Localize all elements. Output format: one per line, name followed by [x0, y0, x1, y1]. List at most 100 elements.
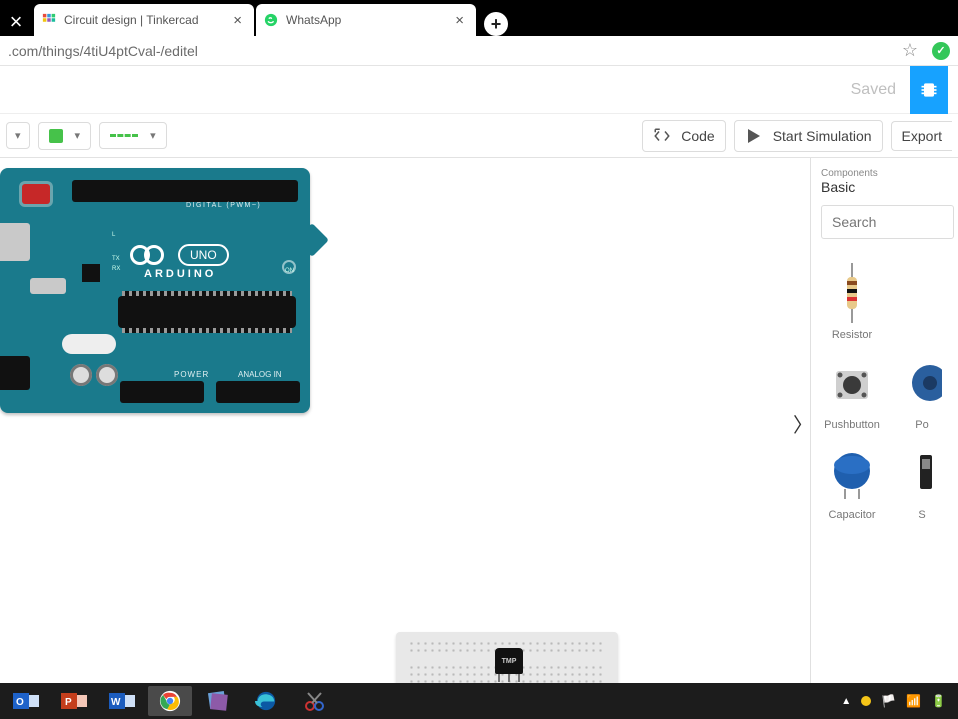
tab-close-button[interactable]: ×: [451, 12, 468, 29]
component-label: Capacitor: [828, 509, 875, 521]
sim-label: Start Simulation: [773, 128, 872, 144]
taskbar-outlook[interactable]: O: [4, 686, 48, 716]
usb-port-icon: [0, 223, 30, 261]
capacitor-icon: [70, 364, 92, 386]
on-label: ON: [285, 268, 294, 274]
mcu-chip-icon: [118, 296, 296, 328]
export-label: Export: [902, 128, 942, 144]
component-led[interactable]: [891, 257, 953, 341]
color-swatch-icon: [49, 129, 63, 143]
taskbar-powerpoint[interactable]: P: [52, 686, 96, 716]
tray-status-icon[interactable]: [861, 696, 871, 706]
rotate-dropdown[interactable]: ▾: [6, 122, 30, 149]
browser-tab-tinkercad[interactable]: Circuit design | Tinkercad ×: [34, 4, 254, 36]
slideswitch-icon: [894, 437, 950, 509]
component-pushbutton[interactable]: Pushbutton: [821, 347, 883, 431]
capacitor-icon: [96, 364, 118, 386]
wire-style-picker[interactable]: ▾: [99, 122, 167, 149]
smd-chip-icon: [82, 264, 100, 282]
components-panel: Components Basic Resistor: [810, 158, 958, 683]
crystal-icon: [30, 278, 66, 294]
tab-title: Circuit design | Tinkercad: [64, 13, 229, 27]
component-chip-button[interactable]: [910, 66, 948, 114]
system-tray[interactable]: ▲ 🏳️ 📶 🔋: [841, 694, 954, 708]
window-close-button[interactable]: ×: [2, 8, 30, 36]
brand-label: ARDUINO: [144, 268, 216, 280]
code-button[interactable]: Code: [642, 120, 725, 152]
tray-overflow-icon[interactable]: ▲: [841, 696, 851, 707]
component-grid: Resistor Pushbutton Po: [821, 239, 954, 521]
digital-pin-header[interactable]: [72, 180, 298, 202]
component-potentiometer[interactable]: Po: [891, 347, 953, 431]
tinkercad-favicon-icon: [42, 13, 56, 27]
panel-category[interactable]: Basic: [821, 179, 954, 195]
taskbar-edge[interactable]: [244, 686, 288, 716]
tray-network-icon[interactable]: 📶: [906, 694, 921, 708]
component-search-input[interactable]: [821, 205, 954, 239]
pushbutton-icon: [824, 347, 880, 419]
code-label: Code: [681, 128, 714, 144]
new-tab-button[interactable]: +: [484, 12, 508, 36]
tab-close-button[interactable]: ×: [229, 12, 246, 29]
color-picker[interactable]: ▾: [38, 122, 92, 150]
tinkercad-app: Saved ▾ ▾ ▾ Code Start Simulation: [0, 66, 958, 683]
regulator-icon: [62, 334, 116, 354]
bookmark-star-icon[interactable]: ☆: [902, 40, 918, 61]
potentiometer-icon: [894, 347, 950, 419]
analog-pin-header[interactable]: [216, 381, 300, 403]
app-header: Saved: [0, 66, 958, 114]
powerpoint-icon: P: [61, 690, 87, 712]
design-canvas[interactable]: DIGITAL (PWM~) POWER ANALOG IN UNO ARDUI…: [0, 158, 810, 683]
save-status: Saved: [851, 81, 896, 99]
start-simulation-button[interactable]: Start Simulation: [734, 120, 883, 152]
address-bar: .com/things/4tiU4ptCval-/editel ☆ ✓: [0, 36, 958, 66]
export-button[interactable]: Export: [891, 121, 952, 151]
taskbar-word[interactable]: W: [100, 686, 144, 716]
arduino-uno-board[interactable]: DIGITAL (PWM~) POWER ANALOG IN UNO ARDUI…: [0, 168, 310, 413]
tray-battery-icon[interactable]: 🔋: [931, 694, 946, 708]
tray-flag-icon[interactable]: 🏳️: [881, 694, 896, 708]
capacitor-icon: [824, 437, 880, 509]
component-label: Po: [915, 419, 928, 431]
tmp-sensor[interactable]: TMP: [495, 648, 523, 674]
workspace: DIGITAL (PWM~) POWER ANALOG IN UNO ARDUI…: [0, 158, 958, 683]
component-capacitor[interactable]: Capacitor: [821, 437, 883, 521]
component-resistor[interactable]: Resistor: [821, 257, 883, 341]
digital-label: DIGITAL (PWM~): [186, 202, 261, 209]
taskbar-notes[interactable]: [196, 686, 240, 716]
whatsapp-favicon-icon: [264, 13, 278, 27]
url-text[interactable]: .com/things/4tiU4ptCval-/editel: [8, 43, 902, 59]
tab-title: WhatsApp: [286, 13, 451, 27]
outlook-icon: O: [13, 690, 39, 712]
taskbar-chrome[interactable]: [148, 686, 192, 716]
tmp-label: TMP: [502, 658, 517, 665]
power-label: POWER: [174, 370, 209, 379]
model-label: UNO: [178, 244, 229, 266]
power-pin-header[interactable]: [120, 381, 204, 403]
svg-text:W: W: [111, 697, 121, 708]
site-status-ok-icon[interactable]: ✓: [932, 42, 950, 60]
component-label: Resistor: [832, 329, 872, 341]
reset-button[interactable]: [22, 184, 50, 204]
resistor-icon: [824, 257, 880, 329]
arduino-logo-icon: UNO: [130, 244, 229, 266]
power-jack-icon: [0, 356, 30, 390]
editor-toolbar: ▾ ▾ ▾ Code Start Simulation Export: [0, 114, 958, 158]
edge-icon: [255, 690, 277, 712]
browser-tab-strip: × Circuit design | Tinkercad × WhatsApp …: [0, 0, 958, 36]
panel-collapse-button[interactable]: 〉: [796, 404, 810, 442]
chrome-icon: [159, 690, 181, 712]
component-slideswitch[interactable]: S: [891, 437, 953, 521]
code-brackets-icon: [653, 127, 671, 145]
svg-text:O: O: [16, 697, 24, 708]
tx-label: TX: [112, 256, 120, 262]
taskbar-snip[interactable]: [292, 686, 336, 716]
play-icon: [745, 127, 763, 145]
word-icon: W: [109, 690, 135, 712]
component-label: Pushbutton: [824, 419, 880, 431]
browser-tab-whatsapp[interactable]: WhatsApp ×: [256, 4, 476, 36]
wire-style-icon: [110, 134, 138, 137]
rx-label: RX: [112, 266, 120, 272]
analog-label: ANALOG IN: [238, 370, 282, 379]
snipping-tool-icon: [303, 690, 325, 712]
